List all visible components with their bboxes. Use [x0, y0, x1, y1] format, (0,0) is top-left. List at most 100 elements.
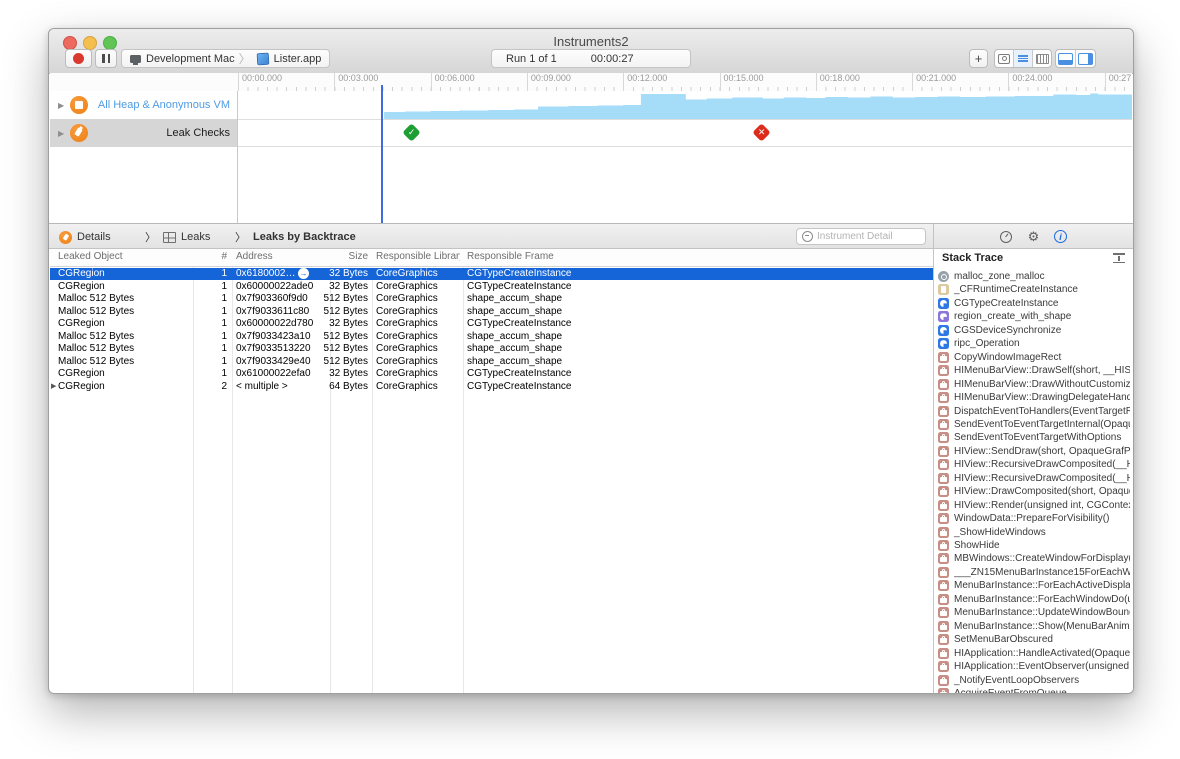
breadcrumb-details[interactable]: Details — [59, 224, 111, 250]
stack-frame-row[interactable]: _NotifyEventLoopObservers — [938, 674, 1130, 687]
stack-frame-row[interactable]: AcquireEventFromQueue — [938, 687, 1130, 694]
stack-frame-row[interactable]: malloc_zone_malloc — [938, 270, 1130, 283]
stack-frame-label: MenuBarInstance::UpdateWindowBound… — [954, 607, 1130, 618]
stack-frame-row[interactable]: DispatchEventToHandlers(EventTargetRe… — [938, 405, 1130, 418]
stack-frame-label: WindowData::PrepareForVisibility() — [954, 513, 1130, 524]
track-row-allocations[interactable]: ▶ All Heap & Anonymous VM — [50, 91, 237, 119]
table-row[interactable]: CGRegion10x60000022ade032 BytesCoreGraph… — [50, 280, 933, 293]
search-placeholder: Instrument Detail — [817, 231, 893, 242]
leak-check-pass-icon[interactable]: ✓ — [402, 123, 420, 141]
stack-frame-row[interactable]: HIView::DrawComposited(short, Opaque… — [938, 485, 1130, 498]
stack-frame-row[interactable]: MenuBarInstance::UpdateWindowBound… — [938, 606, 1130, 619]
table-cell: 1 — [195, 306, 227, 317]
table-row[interactable]: Malloc 512 Bytes10x7f903360f9d0512 Bytes… — [50, 293, 933, 306]
stack-frame-row[interactable]: HIMenuBarView::DrawSelf(short, __HISha… — [938, 364, 1130, 377]
collapse-stack-icon[interactable] — [1113, 253, 1125, 263]
stack-frame-row[interactable]: HIView::RecursiveDrawComposited(__HI… — [938, 458, 1130, 471]
table-row[interactable]: Malloc 512 Bytes10x7f9033429e40512 Bytes… — [50, 355, 933, 368]
track-graph-area[interactable]: ✓✕ — [238, 91, 1132, 223]
flags-segment[interactable] — [1033, 50, 1051, 67]
extended-detail-button[interactable]: i — [1053, 229, 1068, 244]
table-header[interactable]: Leaked Object # AddressSize Responsible Lib… — [50, 249, 933, 267]
table-row[interactable]: Malloc 512 Bytes10x7f9033513220512 Bytes… — [50, 343, 933, 356]
stack-frame-row[interactable]: region_create_with_shape — [938, 310, 1130, 323]
track-label: All Heap & Anonymous VM — [88, 99, 237, 111]
hitoolbox-icon — [938, 392, 949, 403]
column-header[interactable]: Size — [316, 251, 368, 262]
pause-button[interactable] — [95, 49, 117, 68]
table-cell: 1 — [195, 368, 227, 379]
disclosure-triangle-icon[interactable]: ▶ — [51, 382, 56, 390]
add-instrument-button[interactable]: + — [969, 49, 988, 68]
stack-frame-row[interactable]: HIView::SendDraw(short, OpaqueGrafPtr… — [938, 445, 1130, 458]
stack-frame-row[interactable]: MenuBarInstance::ForEachActiveDisplay… — [938, 579, 1130, 592]
column-header[interactable]: Address — [236, 251, 328, 262]
stack-trace-title: Stack Trace — [942, 252, 1003, 264]
table-cell: shape_accum_shape — [467, 343, 927, 354]
focus-arrow-icon[interactable]: → — [298, 268, 309, 279]
library-segment[interactable] — [995, 50, 1014, 67]
hitoolbox-icon — [938, 379, 949, 390]
stack-frame-row[interactable]: CGTypeCreateInstance — [938, 297, 1130, 310]
table-row[interactable]: CGRegion10x6180002…32 BytesCoreGraphicsC… — [50, 268, 933, 281]
table-row[interactable]: CGRegion10x61000022efa032 BytesCoreGraph… — [50, 368, 933, 381]
table-row[interactable]: CGRegion2< multiple >64 BytesCoreGraphic… — [50, 380, 933, 393]
stack-frame-row[interactable]: MenuBarInstance::ForEachWindowDo(un… — [938, 593, 1130, 606]
playhead-line[interactable] — [381, 85, 383, 223]
stack-frame-row[interactable]: SetMenuBarObscured — [938, 633, 1130, 646]
window-title: Instruments2 — [49, 34, 1133, 49]
stack-frame-row[interactable]: ___ZN15MenuBarInstance15ForEachWin… — [938, 566, 1130, 579]
stack-frame-row[interactable]: HIApplication::HandleActivated(OpaqueE… — [938, 647, 1130, 660]
stack-frame-row[interactable]: HIMenuBarView::DrawingDelegateHandl… — [938, 391, 1130, 404]
stack-frame-row[interactable]: CopyWindowImageRect — [938, 351, 1130, 364]
table-row[interactable]: CGRegion10x60000022d78032 BytesCoreGraph… — [50, 318, 933, 331]
disclosure-triangle-icon[interactable]: ▶ — [58, 129, 68, 138]
table-cell: 1 — [195, 281, 227, 292]
column-header[interactable]: # — [195, 251, 227, 262]
column-header[interactable]: Leaked Object — [58, 251, 190, 262]
stack-frame-row[interactable]: CGSDeviceSynchronize — [938, 324, 1130, 337]
bottom-pane-toggle[interactable] — [1056, 50, 1076, 67]
table-row[interactable]: Malloc 512 Bytes10x7f9033611c80512 Bytes… — [50, 305, 933, 318]
column-header[interactable]: Responsible Frame — [467, 251, 927, 262]
stack-frame-row[interactable]: HIView::Render(unsigned int, CGContext*) — [938, 499, 1130, 512]
table-row[interactable]: Malloc 512 Bytes10x7f9033423a10512 Bytes… — [50, 330, 933, 343]
display-settings-button[interactable]: ⚙ — [1026, 229, 1041, 244]
record-button[interactable] — [65, 49, 92, 68]
table-cell: 32 Bytes — [316, 281, 368, 292]
stack-frame-label: MenuBarInstance::ForEachWindowDo(un… — [954, 594, 1130, 605]
table-cell: 1 — [195, 268, 227, 279]
stack-frame-row[interactable]: SendEventToEventTargetWithOptions — [938, 431, 1130, 444]
ruler-tick-label: 00:03.000 — [334, 73, 378, 91]
stack-frame-row[interactable]: MenuBarInstance::Show(MenuBarAnimat… — [938, 620, 1130, 633]
run-history-button[interactable] — [998, 229, 1013, 244]
stack-frame-row[interactable]: HIView::RecursiveDrawComposited(__HI… — [938, 472, 1130, 485]
table-cell: 1 — [195, 331, 227, 342]
list-view-segment[interactable] — [1014, 50, 1033, 67]
instrument-detail-search-field[interactable]: Instrument Detail — [796, 228, 926, 245]
breadcrumb-leaks-label: Leaks — [181, 231, 210, 243]
target-selector[interactable]: Development Mac 〉 Lister.app — [121, 49, 330, 68]
column-header[interactable]: Responsible Library — [376, 251, 460, 262]
stack-frame-row[interactable]: WindowData::PrepareForVisibility() — [938, 512, 1130, 525]
stack-frame-row[interactable]: _CFRuntimeCreateInstance — [938, 283, 1130, 296]
table-cell: CGRegion — [58, 381, 190, 392]
stack-frame-row[interactable]: ShowHide — [938, 539, 1130, 552]
stack-frame-row[interactable]: _ShowHideWindows — [938, 526, 1130, 539]
timeline-ruler[interactable]: 00:00.00000:03.00000:06.00000:09.00000:1… — [50, 73, 1132, 92]
breadcrumb-leaks[interactable]: Leaks — [163, 224, 210, 250]
stack-frame-row[interactable]: MBWindows::CreateWindowForDisplay(u… — [938, 552, 1130, 565]
breadcrumb-leaks-by-backtrace[interactable]: Leaks by Backtrace — [253, 224, 356, 250]
stack-frame-row[interactable]: HIMenuBarView::DrawWithoutCustomiza… — [938, 378, 1130, 391]
table-cell: CGTypeCreateInstance — [467, 368, 927, 379]
stack-frame-row[interactable]: HIApplication::EventObserver(unsigned i… — [938, 660, 1130, 673]
stack-frame-row[interactable]: ripc_Operation — [938, 337, 1130, 350]
right-pane-toggle[interactable] — [1076, 50, 1095, 67]
disclosure-triangle-icon[interactable]: ▶ — [58, 101, 68, 110]
track-row-leaks[interactable]: ▶Leak Checks — [50, 119, 237, 147]
stack-frame-row[interactable]: SendEventToEventTargetInternal(Opaque… — [938, 418, 1130, 431]
run-status-display[interactable]: Run 1 of 1 00:00:27 — [491, 49, 691, 68]
leak-check-fail-icon[interactable]: ✕ — [752, 123, 770, 141]
mac-device-icon — [130, 55, 141, 63]
ruler-tick-label: 00:15.000 — [720, 73, 764, 91]
